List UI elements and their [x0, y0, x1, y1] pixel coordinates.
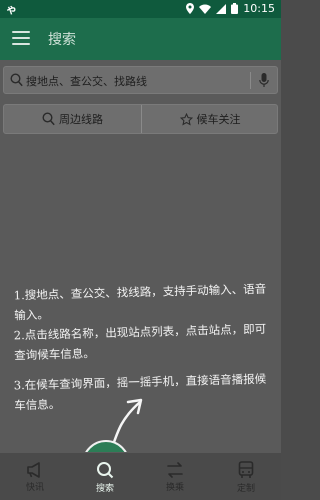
nearby-lines-label: 周边线路: [59, 113, 103, 126]
status-time: 10:15: [243, 2, 275, 15]
tab-news[interactable]: 快讯: [0, 453, 70, 500]
tab-custom[interactable]: 定制: [211, 453, 281, 500]
status-bar: ゃ 10:15: [0, 0, 281, 18]
hint-text-2: 2.点击线路名称，出现站点列表，点击站点，即可查询候车信息。: [13, 321, 267, 363]
transfer-icon: [167, 461, 183, 478]
tab-transfer[interactable]: 换乘: [140, 453, 210, 500]
main-content: 搜地点、查公交、找路线 周边线路 候车关注 1.搜地点、查公交、找线路，支持手动…: [0, 60, 281, 452]
tab-search[interactable]: 搜索: [70, 453, 140, 500]
tab-custom-label: 定制: [236, 483, 255, 494]
signal-icon: [216, 3, 227, 14]
favorites-button[interactable]: 候车关注: [141, 105, 278, 133]
search-icon: [97, 461, 114, 478]
bus-icon: [238, 460, 254, 478]
tab-news-label: 快讯: [25, 482, 44, 493]
favorites-label: 候车关注: [196, 113, 241, 126]
search-bar[interactable]: 搜地点、查公交、找路线: [3, 66, 278, 94]
tab-search-label: 搜索: [95, 483, 114, 494]
search-icon: [42, 112, 55, 126]
battery-icon: [231, 3, 239, 14]
search-icon: [10, 73, 23, 87]
search-divider: [250, 72, 251, 89]
tab-transfer-label: 换乘: [165, 482, 184, 493]
location-icon: [186, 3, 195, 14]
search-input[interactable]: 搜地点、查公交、找路线: [26, 73, 147, 89]
microphone-icon[interactable]: [259, 73, 269, 88]
page-title: 搜索: [48, 32, 76, 48]
wifi-icon: [199, 4, 212, 14]
megaphone-icon: [27, 461, 40, 478]
quick-actions: 周边线路 候车关注: [3, 104, 278, 134]
hint-text-3: 3.在候车查询界面，摇一摇手机，直接语音播报候车信息。: [13, 371, 267, 413]
hint-text-1: 1.搜地点、查公交、找线路，支持手动输入、语音输入。: [13, 281, 267, 323]
app-bar: 搜索: [0, 18, 281, 60]
bottom-nav: 快讯 搜索 换乘 定制: [0, 452, 281, 500]
menu-icon[interactable]: [12, 31, 30, 45]
app-notification-icon: ゃ: [6, 3, 17, 16]
star-icon: [179, 112, 193, 125]
nearby-lines-button[interactable]: 周边线路: [4, 105, 141, 133]
